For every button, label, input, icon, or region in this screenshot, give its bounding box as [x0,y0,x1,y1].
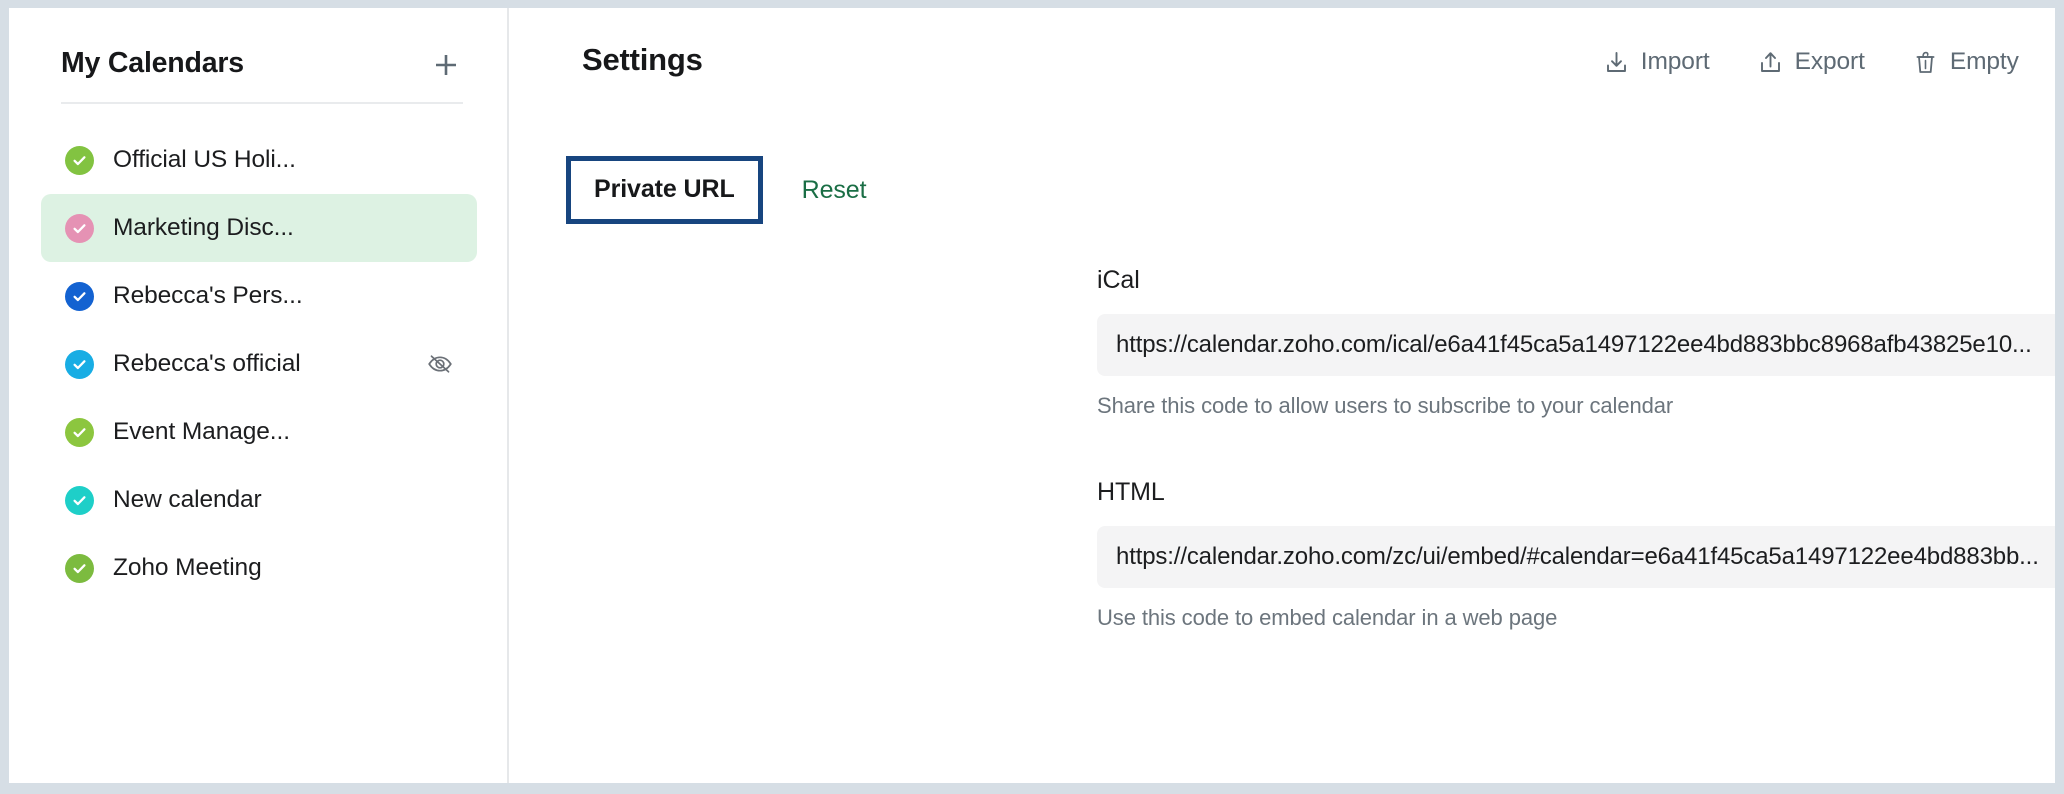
check-icon [71,492,88,509]
add-calendar-button[interactable] [429,48,463,82]
calendar-item-label: Zoho Meeting [113,554,262,582]
calendar-item-label: Event Manage... [113,418,290,446]
main-header: Settings Import Expor [509,8,2064,78]
check-icon [71,560,88,577]
tabs-row: Private URL Reset [509,156,2064,224]
calendar-item-label: Rebecca's Pers... [113,282,303,310]
calendar-check-icon[interactable] [65,486,94,515]
ical-url-value: https://calendar.zoho.com/ical/e6a41f45c… [1116,331,2032,359]
check-icon [71,220,88,237]
toolbar: Import Export [1603,44,2064,76]
tab-private-url-label: Private URL [594,175,735,204]
eye-off-icon-glyph [426,350,454,378]
check-icon [71,356,88,373]
calendar-check-icon[interactable] [65,350,94,379]
calendar-check-icon[interactable] [65,282,94,311]
ical-field-hint: Share this code to allow users to subscr… [1097,393,2064,419]
eye-off-icon[interactable] [425,349,455,379]
sidebar: My Calendars Official US Holi... [9,8,509,783]
html-field-label: HTML [1097,478,2064,507]
html-field-group: HTML https://calendar.zoho.com/zc/ui/emb… [1097,478,2064,631]
check-icon [71,152,88,169]
calendar-list: Official US Holi... Marketing Disc... Re… [9,126,507,602]
calendar-settings-window: My Calendars Official US Holi... [0,0,2064,794]
calendar-list-item[interactable]: Official US Holi... [41,126,477,194]
calendar-item-label: Official US Holi... [113,146,296,174]
calendar-check-icon[interactable] [65,418,94,447]
reset-link[interactable]: Reset [802,176,867,205]
export-label: Export [1795,48,1865,76]
calendar-item-label: Rebecca's official [113,350,301,378]
calendar-list-item[interactable]: Rebecca's official [41,330,477,398]
calendar-check-icon[interactable] [65,214,94,243]
sidebar-title: My Calendars [61,47,244,80]
sidebar-header: My Calendars [9,8,507,80]
check-icon [71,288,88,305]
export-button[interactable]: Export [1757,48,1865,76]
calendar-item-label: Marketing Disc... [113,214,294,242]
field-spacer [509,419,2064,478]
empty-label: Empty [1950,48,2019,76]
calendar-check-icon[interactable] [65,554,94,583]
main-content: Settings Import Expor [509,8,2064,783]
calendar-list-item[interactable]: Rebecca's Pers... [41,262,477,330]
calendar-list-item-selected[interactable]: Marketing Disc... [41,194,477,262]
calendar-check-icon[interactable] [65,146,94,175]
html-url-input[interactable]: https://calendar.zoho.com/zc/ui/embed/#c… [1097,526,2064,588]
calendar-item-label: New calendar [113,486,262,514]
html-url-value: https://calendar.zoho.com/zc/ui/embed/#c… [1116,543,2039,571]
export-upload-icon [1757,49,1784,76]
sidebar-divider [61,102,463,104]
empty-button[interactable]: Empty [1912,48,2019,76]
import-label: Import [1641,48,1710,76]
ical-field-label: iCal [1097,266,2064,295]
calendar-list-item[interactable]: Event Manage... [41,398,477,466]
calendar-list-item[interactable]: New calendar [41,466,477,534]
check-icon [71,424,88,441]
import-button[interactable]: Import [1603,48,1710,76]
plus-icon [433,52,459,78]
calendar-list-item[interactable]: Zoho Meeting [41,534,477,602]
tab-private-url[interactable]: Private URL [566,156,763,224]
import-download-icon [1603,49,1630,76]
page-title: Settings [582,42,703,78]
trash-empty-icon [1912,49,1939,76]
ical-field-group: iCal https://calendar.zoho.com/ical/e6a4… [1097,266,2064,419]
ical-url-input[interactable]: https://calendar.zoho.com/ical/e6a41f45c… [1097,314,2064,376]
html-field-hint: Use this code to embed calendar in a web… [1097,605,2064,631]
